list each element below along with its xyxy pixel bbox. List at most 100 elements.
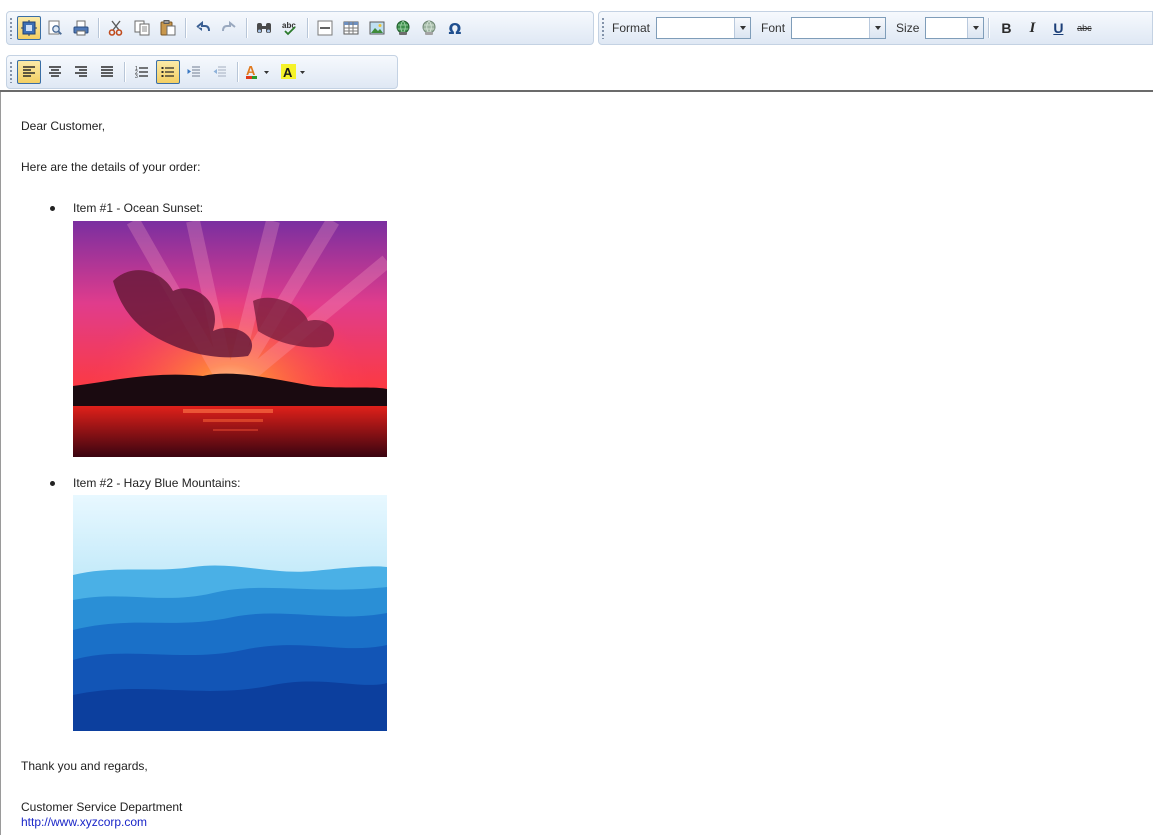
undo-icon [196, 20, 210, 32]
toolbar-separator [988, 18, 990, 38]
print-button[interactable] [69, 16, 93, 40]
size-label: Size [896, 21, 920, 35]
svg-text:Ω: Ω [449, 20, 462, 37]
justify-icon [101, 66, 113, 77]
indent-button[interactable] [208, 60, 232, 84]
strikethrough-button[interactable]: abc [1072, 16, 1096, 40]
copy-button[interactable] [130, 16, 154, 40]
toolbar-separator [124, 62, 125, 82]
spellcheck-button[interactable]: abc [278, 16, 302, 40]
toolbar-format-row: Format Font Size B I U abc [598, 11, 1153, 45]
chevron-down-icon[interactable] [869, 18, 886, 38]
format-select[interactable] [656, 17, 752, 39]
editor-toolbar: abc Ω Format Font Size B I U abc 1 2 3 A… [0, 0, 1153, 92]
toolbar-row-2: 1 2 3 A A [6, 55, 398, 89]
company-link[interactable]: http://www.xyzcorp.com [21, 815, 147, 829]
format-label: Format [612, 21, 651, 35]
italic-icon: I [1029, 19, 1036, 36]
bulleted-list-icon [161, 67, 174, 77]
toolbar-grip[interactable] [601, 17, 605, 39]
toolbar-separator [307, 18, 308, 38]
svg-text:3: 3 [135, 74, 138, 80]
binoculars-icon [257, 23, 271, 33]
align-left-button[interactable] [17, 60, 41, 84]
toolbar-separator [98, 18, 99, 38]
italic-button[interactable]: I [1020, 16, 1044, 40]
align-center-button[interactable] [43, 60, 67, 84]
signature-text: Customer Service Department [21, 800, 183, 814]
chevron-down-icon[interactable] [734, 18, 751, 38]
paste-icon [160, 20, 176, 36]
preview-button[interactable] [43, 16, 67, 40]
highlight-color-icon: A [281, 64, 305, 80]
list-item-label: Item #1 - Ocean Sunset: [73, 201, 204, 215]
size-select-value [926, 18, 967, 38]
select-all-button[interactable] [17, 16, 41, 40]
bold-button[interactable]: B [994, 16, 1018, 40]
outdent-button[interactable] [182, 60, 206, 84]
toolbar-row-1: abc Ω [6, 11, 594, 45]
copy-icon [134, 20, 150, 36]
toolbar-separator [237, 62, 238, 82]
outdent-icon [187, 66, 200, 77]
underline-icon: U [1053, 20, 1064, 36]
text-color-icon: A [246, 63, 269, 79]
insert-table-button[interactable] [339, 16, 363, 40]
format-select-value [657, 18, 734, 38]
hazy-blue-mountains-image [73, 495, 387, 731]
redo-button[interactable] [217, 16, 241, 40]
list-bullet [50, 481, 55, 486]
chevron-down-icon[interactable] [967, 18, 984, 38]
align-right-button[interactable] [69, 60, 93, 84]
toolbar-grip[interactable] [9, 17, 13, 39]
preview-icon [48, 20, 62, 35]
image-icon [369, 21, 385, 35]
remove-link-button[interactable] [417, 16, 441, 40]
list-bullet [50, 206, 55, 211]
font-select[interactable] [791, 17, 887, 39]
numbered-list-icon: 1 2 3 [135, 66, 148, 80]
undo-button[interactable] [191, 16, 215, 40]
intro-text: Here are the details of your order: [21, 160, 201, 174]
align-left-icon [23, 66, 35, 77]
underline-button[interactable]: U [1046, 16, 1070, 40]
closing-text: Thank you and regards, [21, 759, 148, 773]
list-item-label: Item #2 - Hazy Blue Mountains: [73, 476, 241, 490]
special-character-button[interactable]: Ω [443, 16, 467, 40]
bold-icon: B [1001, 20, 1012, 36]
greeting-text: Dear Customer, [21, 119, 106, 133]
justify-button[interactable] [95, 60, 119, 84]
cut-button[interactable] [104, 16, 128, 40]
toolbar-separator [246, 18, 247, 38]
strikethrough-icon: abc [1077, 23, 1092, 33]
unlink-globe-icon [422, 20, 436, 35]
svg-text:A: A [246, 63, 256, 78]
horizontal-rule-icon [317, 20, 333, 36]
numbered-list-button[interactable]: 1 2 3 [130, 60, 154, 84]
editor-content[interactable]: Dear Customer, Here are the details of y… [0, 92, 1153, 835]
svg-text:A: A [283, 65, 293, 80]
indent-icon [213, 66, 226, 77]
link-globe-icon [396, 20, 410, 35]
horizontal-rule-button[interactable] [313, 16, 337, 40]
toolbar-grip[interactable] [9, 61, 13, 83]
ocean-sunset-image [73, 221, 387, 457]
background-color-button[interactable]: A [279, 60, 313, 84]
toolbar-separator [185, 18, 186, 38]
bulleted-list-button[interactable] [156, 60, 180, 84]
select-all-icon [21, 20, 37, 36]
paste-button[interactable] [156, 16, 180, 40]
redo-icon [222, 20, 236, 32]
insert-image-button[interactable] [365, 16, 389, 40]
table-icon [343, 21, 359, 35]
align-right-icon [75, 66, 87, 77]
size-select[interactable] [925, 17, 985, 39]
text-color-button[interactable]: A [243, 60, 277, 84]
align-center-icon [49, 66, 61, 77]
find-button[interactable] [252, 16, 276, 40]
omega-icon: Ω [449, 20, 462, 37]
spellcheck-icon: abc [282, 21, 296, 36]
insert-link-button[interactable] [391, 16, 415, 40]
font-label: Font [761, 21, 786, 35]
print-icon [73, 20, 89, 36]
